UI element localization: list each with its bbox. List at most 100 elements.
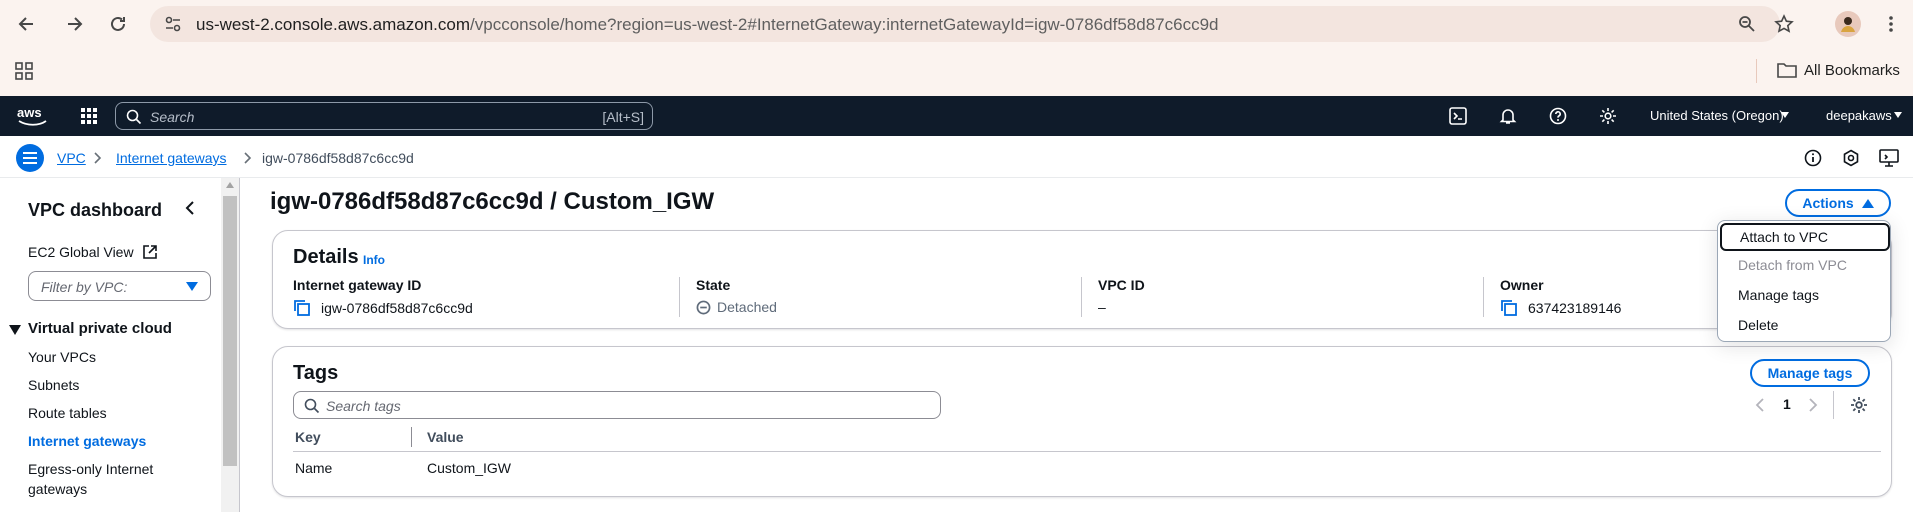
detail-divider bbox=[679, 277, 680, 317]
copy-icon[interactable] bbox=[1500, 299, 1518, 317]
manage-tags-button[interactable]: Manage tags bbox=[1750, 359, 1870, 387]
sidebar-item-route-tables[interactable]: Route tables bbox=[28, 405, 107, 421]
account-caret-icon bbox=[1894, 112, 1902, 118]
url-host: us-west-2.console.aws.amazon.com bbox=[196, 15, 471, 34]
menu-item-attach-to-vpc[interactable]: Attach to VPC bbox=[1720, 223, 1890, 251]
sidebar-item-egress-only-internet-gateways[interactable]: Egress-only Internet bbox=[28, 461, 153, 477]
browser-chrome: us-west-2.console.aws.amazon.com/vpccons… bbox=[0, 0, 1913, 96]
sidebar-item-ec2-global-view[interactable]: EC2 Global View bbox=[28, 244, 158, 260]
bell-icon bbox=[1499, 109, 1517, 124]
detail-value: – bbox=[1098, 299, 1106, 315]
side-navigation: VPC dashboard EC2 Global View Filter by … bbox=[0, 178, 240, 512]
page-number[interactable]: 1 bbox=[1783, 396, 1791, 412]
external-link-icon bbox=[143, 245, 158, 259]
details-title: Details bbox=[293, 246, 359, 268]
section-expanded-icon[interactable] bbox=[9, 325, 21, 335]
detail-state: State Detached bbox=[696, 277, 1076, 315]
sidebar-item-your-vpcs[interactable]: Your VPCs bbox=[28, 349, 96, 365]
kebab-menu-icon bbox=[1889, 16, 1893, 32]
menu-item-delete[interactable]: Delete bbox=[1718, 311, 1890, 339]
bookmarks-bar bbox=[0, 48, 1913, 96]
detail-divider bbox=[1081, 277, 1082, 317]
back-button[interactable] bbox=[14, 11, 40, 37]
info-panel-icon[interactable] bbox=[1804, 149, 1822, 167]
forward-button[interactable] bbox=[61, 11, 87, 37]
sidebar-item-subnets[interactable]: Subnets bbox=[28, 377, 79, 393]
scroll-up-icon[interactable] bbox=[226, 182, 234, 188]
profile-avatar[interactable] bbox=[1835, 11, 1861, 37]
manage-tags-label: Manage tags bbox=[1767, 365, 1853, 381]
ec2-global-view-label: EC2 Global View bbox=[28, 244, 134, 260]
tools-panel-icon[interactable] bbox=[1879, 149, 1899, 167]
detail-value-row: Detached bbox=[696, 299, 1076, 315]
tag-search-placeholder: Search tags bbox=[326, 398, 401, 414]
caret-up-icon bbox=[1861, 198, 1874, 208]
services-grid-icon[interactable] bbox=[80, 107, 98, 125]
menu-item-manage-tags[interactable]: Manage tags bbox=[1718, 281, 1890, 309]
details-info-link[interactable]: Info bbox=[363, 253, 385, 267]
bookmarks-separator bbox=[1756, 59, 1757, 83]
tags-card: Tags Manage tags Search tags 1 Key Value… bbox=[272, 346, 1892, 497]
reload-icon bbox=[111, 16, 125, 31]
aws-search-input[interactable]: Search [Alt+S] bbox=[115, 102, 653, 130]
svg-text:aws: aws bbox=[17, 105, 42, 120]
region-selector[interactable]: United States (Oregon) bbox=[1650, 108, 1784, 123]
cloudshell-button[interactable] bbox=[1446, 104, 1470, 128]
sidebar-section-virtual-private-cloud[interactable]: Virtual private cloud bbox=[28, 320, 172, 337]
sidebar-scroll-thumb[interactable] bbox=[223, 196, 237, 466]
search-placeholder: Search bbox=[150, 109, 195, 125]
next-page-icon[interactable] bbox=[1809, 398, 1818, 412]
sidebar-item-internet-gateways[interactable]: Internet gateways bbox=[28, 433, 146, 449]
side-nav-toggle[interactable] bbox=[16, 144, 44, 172]
tags-title: Tags bbox=[293, 362, 339, 384]
actions-button[interactable]: Actions bbox=[1785, 189, 1891, 217]
feedback-icon[interactable] bbox=[1842, 149, 1860, 167]
region-caret-icon bbox=[1781, 112, 1789, 118]
breadcrumb-current: igw-0786df58d87c6cc9d bbox=[262, 150, 414, 166]
detail-internet-gateway-id: Internet gateway ID igw-0786df58d87c6cc9… bbox=[293, 277, 673, 317]
zoom-icon[interactable] bbox=[1738, 15, 1756, 33]
forward-arrow-icon bbox=[68, 17, 83, 31]
tag-search-input[interactable]: Search tags bbox=[293, 391, 941, 419]
account-menu[interactable]: deepakaws bbox=[1826, 108, 1892, 123]
url-bar[interactable]: us-west-2.console.aws.amazon.com/vpccons… bbox=[150, 6, 1794, 42]
details-card: Details Info Internet gateway ID igw-078… bbox=[272, 230, 1892, 329]
reload-button[interactable] bbox=[105, 11, 131, 37]
all-bookmarks-link[interactable]: All Bookmarks bbox=[1804, 62, 1900, 79]
caret-down-icon bbox=[186, 282, 198, 291]
close-sidebar-icon[interactable] bbox=[180, 198, 200, 218]
menu-item-detach-from-vpc: Detach from VPC bbox=[1738, 257, 1847, 273]
aws-logo-icon[interactable]: aws bbox=[16, 104, 50, 128]
apps-grid-icon[interactable] bbox=[14, 61, 34, 81]
notifications-button[interactable] bbox=[1496, 104, 1520, 128]
site-info-icon[interactable] bbox=[164, 15, 182, 33]
preferences-gear-icon[interactable] bbox=[1850, 396, 1868, 414]
actions-label: Actions bbox=[1802, 195, 1854, 211]
search-icon bbox=[304, 398, 320, 414]
url-text: us-west-2.console.aws.amazon.com/vpccons… bbox=[196, 15, 1218, 35]
copy-icon[interactable] bbox=[293, 299, 311, 317]
detail-value: 637423189146 bbox=[1528, 300, 1622, 316]
detail-value: Detached bbox=[717, 299, 777, 315]
filter-placeholder: Filter by VPC: bbox=[41, 279, 128, 295]
previous-page-icon[interactable] bbox=[1755, 398, 1764, 412]
help-button[interactable] bbox=[1546, 104, 1570, 128]
browser-menu-button[interactable] bbox=[1878, 11, 1904, 37]
breadcrumb-vpc[interactable]: VPC bbox=[57, 150, 86, 166]
page-title: igw-0786df58d87c6cc9d / Custom_IGW bbox=[270, 188, 715, 215]
sidebar-title[interactable]: VPC dashboard bbox=[28, 200, 162, 221]
header-divider bbox=[293, 451, 1881, 452]
table-cell-key: Name bbox=[295, 460, 333, 476]
sidebar-scrollbar[interactable] bbox=[221, 178, 239, 512]
bookmark-star-icon[interactable] bbox=[1774, 14, 1794, 34]
settings-button[interactable] bbox=[1596, 104, 1620, 128]
column-header-value[interactable]: Value bbox=[427, 429, 464, 445]
column-resizer[interactable] bbox=[411, 427, 412, 447]
column-header-key[interactable]: Key bbox=[295, 429, 321, 445]
sidebar-item-egress-only-internet-gateways-line2[interactable]: gateways bbox=[28, 481, 87, 497]
detail-label: VPC ID bbox=[1098, 277, 1145, 293]
filter-by-vpc-select[interactable]: Filter by VPC: bbox=[28, 271, 211, 301]
actions-dropdown-menu: Attach to VPC Detach from VPC Manage tag… bbox=[1717, 220, 1891, 342]
breadcrumb-internet-gateways[interactable]: Internet gateways bbox=[116, 150, 227, 166]
back-arrow-icon bbox=[18, 17, 33, 31]
